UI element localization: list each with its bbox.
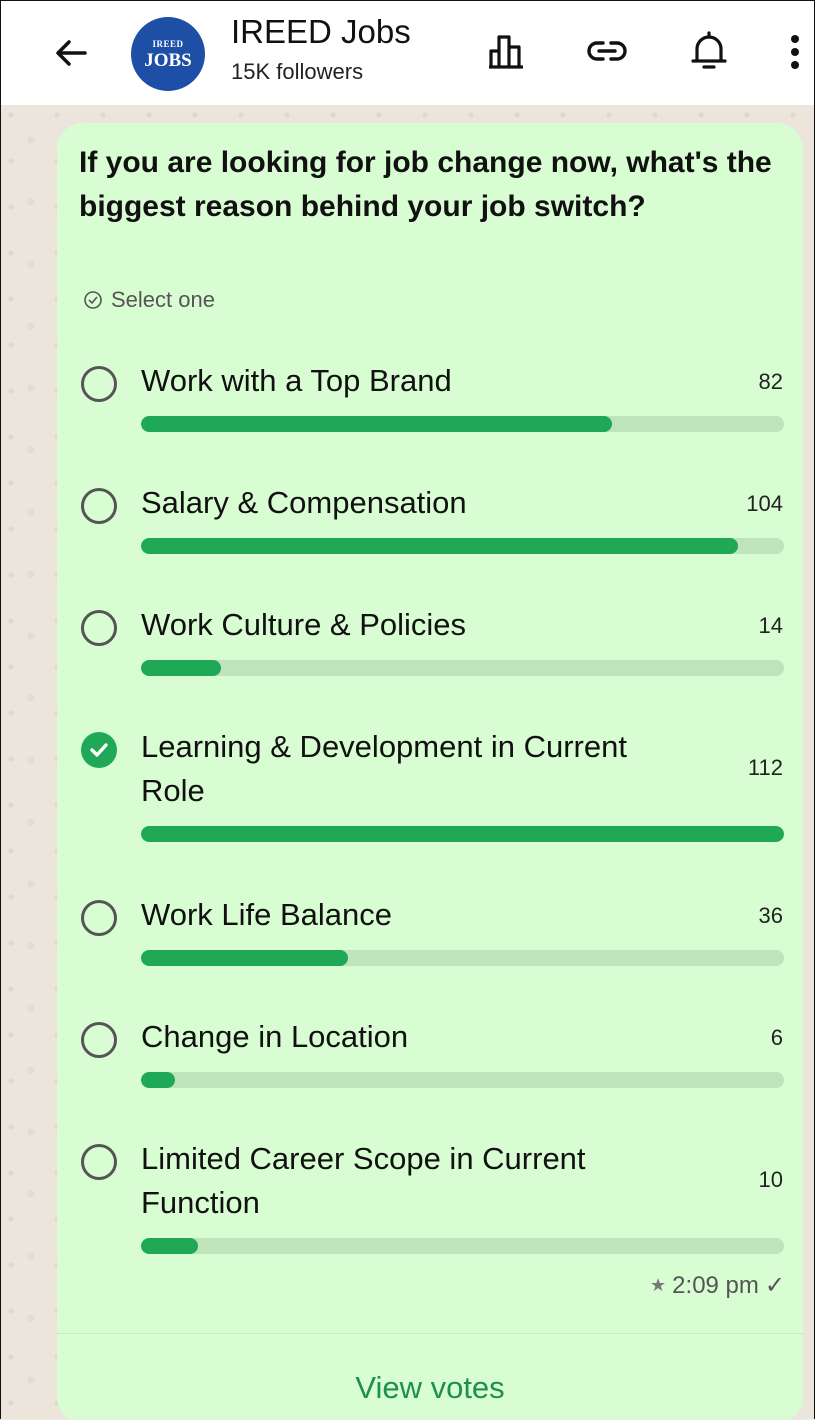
vote-bar-track bbox=[141, 950, 784, 966]
vote-bar-fill bbox=[141, 660, 222, 676]
vote-bar-fill bbox=[141, 1072, 176, 1088]
option-label: Salary & Compensation bbox=[141, 485, 467, 520]
vote-bar-track bbox=[141, 538, 784, 554]
option-label: Learning & Development in Current Role bbox=[141, 729, 627, 808]
avatar-small-text: IREED bbox=[152, 39, 184, 49]
option-vote-count: 82 bbox=[758, 369, 783, 394]
link-icon[interactable] bbox=[583, 27, 631, 75]
check-circle-icon bbox=[83, 290, 103, 310]
screen: IREED JOBS IREED Jobs 15K followers If y… bbox=[0, 0, 815, 1419]
radio-checked-icon[interactable] bbox=[81, 732, 117, 768]
radio-unchecked-icon[interactable] bbox=[81, 900, 117, 936]
channel-avatar[interactable]: IREED JOBS bbox=[131, 17, 205, 91]
poll-question: If you are looking for job change now, w… bbox=[79, 146, 772, 223]
option-vote-count: 112 bbox=[747, 755, 783, 780]
radio-unchecked-icon[interactable] bbox=[81, 610, 117, 646]
poll-icon[interactable] bbox=[483, 27, 531, 75]
poll-card: If you are looking for job change now, w… bbox=[57, 123, 803, 1419]
radio-unchecked-icon[interactable] bbox=[81, 1022, 117, 1058]
option-vote-count: 104 bbox=[746, 491, 783, 516]
vote-bar-fill bbox=[141, 538, 739, 554]
radio-unchecked-icon[interactable] bbox=[81, 488, 117, 524]
option-vote-count: 6 bbox=[770, 1025, 783, 1050]
vote-bar-fill bbox=[141, 416, 612, 432]
message-time: 2:09 pm bbox=[672, 1272, 759, 1299]
vote-bar-track bbox=[141, 660, 784, 676]
sent-check-icon: ✓ bbox=[764, 1272, 785, 1299]
channel-title[interactable]: IREED Jobs bbox=[231, 13, 411, 51]
option-vote-count: 36 bbox=[758, 903, 783, 928]
view-votes-button[interactable]: View votes bbox=[57, 1333, 803, 1419]
option-label: Change in Location bbox=[141, 1019, 409, 1054]
bell-icon[interactable] bbox=[685, 27, 733, 75]
radio-unchecked-icon[interactable] bbox=[81, 1144, 117, 1180]
option-label: Limited Career Scope in Current Function bbox=[141, 1141, 586, 1220]
channel-header: IREED JOBS IREED Jobs 15K followers bbox=[1, 1, 814, 105]
vote-bar-fill bbox=[141, 1238, 199, 1254]
option-label: Work with a Top Brand bbox=[141, 363, 452, 398]
vote-bar-track bbox=[141, 1072, 784, 1088]
vote-bar-track bbox=[141, 1238, 784, 1254]
select-hint-text: Select one bbox=[111, 287, 215, 312]
option-vote-count: 14 bbox=[758, 613, 783, 638]
select-hint: Select one bbox=[83, 287, 215, 313]
option-label: Work Culture & Policies bbox=[141, 607, 467, 642]
vote-bar-track bbox=[141, 826, 784, 842]
radio-unchecked-icon[interactable] bbox=[81, 366, 117, 402]
channel-followers: 15K followers bbox=[231, 59, 364, 84]
option-label: Work Life Balance bbox=[141, 897, 392, 932]
back-arrow-icon[interactable] bbox=[49, 31, 93, 75]
star-icon: ★ bbox=[650, 1275, 667, 1295]
option-vote-count: 10 bbox=[758, 1167, 783, 1192]
vote-bar-fill bbox=[141, 950, 348, 966]
avatar-big-text: JOBS bbox=[144, 50, 192, 71]
more-vert-icon[interactable] bbox=[771, 27, 814, 75]
vote-bar-fill bbox=[141, 826, 784, 842]
vote-bar-track bbox=[141, 416, 784, 432]
message-meta: ★ 2:09 pm ✓ bbox=[650, 1271, 785, 1300]
